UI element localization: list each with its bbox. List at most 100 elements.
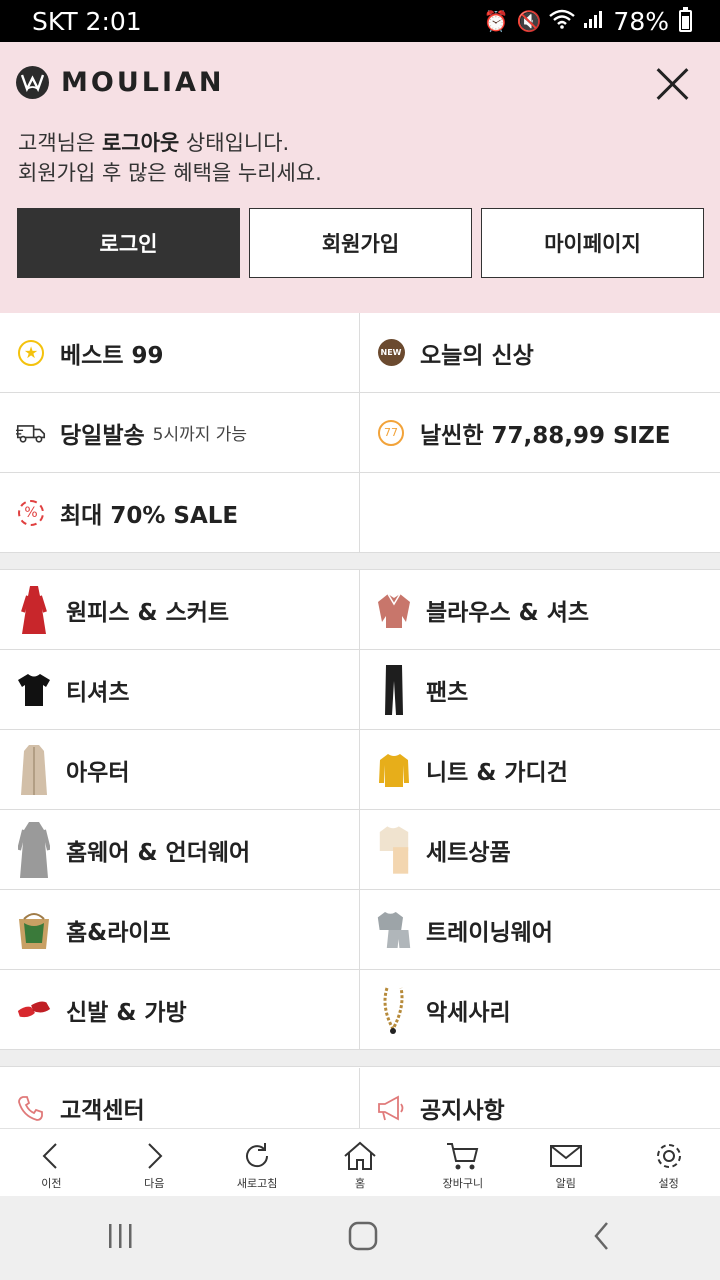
cart-icon [446, 1143, 479, 1170]
category-tshirt[interactable]: 티셔츠 [0, 650, 360, 729]
basket-thumb [16, 904, 52, 956]
mute-icon: 🔇 [516, 9, 542, 33]
category-homewear[interactable]: 홈웨어 & 언더웨어 [0, 810, 360, 889]
mypage-button[interactable]: 마이페이지 [481, 208, 704, 278]
forward-label: 다음 [144, 1177, 165, 1190]
category-label: 블라우스 & 셔츠 [426, 599, 590, 626]
support-label: 공지사항 [420, 1097, 505, 1124]
forward-button[interactable]: 다음 [103, 1129, 206, 1196]
quick-link-label: 날씬한 77,88,99 SIZE [420, 422, 671, 449]
quick-link-sale[interactable]: % 최대 70% SALE [0, 473, 360, 552]
phone-icon [16, 1093, 46, 1123]
alarm-icon: ⏰ [483, 9, 509, 33]
brand-name: MOULIAN [61, 67, 225, 98]
star-icon: ★ [16, 338, 46, 368]
msg-bold: 로그아웃 [101, 131, 180, 155]
status-bar: SKT 2:01 ⏰ 🔇 78% [0, 0, 720, 42]
settings-button[interactable]: 설정 [617, 1129, 720, 1196]
support-links: 고객센터 공지사항 [0, 1068, 720, 1128]
homewear-thumb [16, 821, 52, 878]
wifi-icon [549, 9, 576, 34]
section-divider [0, 1050, 720, 1067]
category-label: 홈웨어 & 언더웨어 [66, 839, 251, 866]
quick-link-sameday[interactable]: 당일발송 5시까지 가능 [0, 393, 360, 472]
category-label: 니트 & 가디건 [426, 759, 568, 786]
refresh-button[interactable]: 새로고침 [206, 1129, 309, 1196]
category-blouse[interactable]: 블라우스 & 셔츠 [360, 570, 720, 649]
android-nav-bar [0, 1196, 720, 1280]
refresh-label: 새로고침 [236, 1177, 278, 1190]
msg-suffix: 상태입니다. [179, 131, 290, 155]
category-knit[interactable]: 니트 & 가디건 [360, 730, 720, 809]
category-label: 세트상품 [426, 839, 511, 866]
category-label: 신발 & 가방 [66, 999, 187, 1026]
quick-link-sub: 5시까지 가능 [152, 425, 248, 445]
tshirt-thumb [16, 664, 52, 716]
category-shoes-bag[interactable]: 신발 & 가방 [0, 970, 360, 1049]
home-button[interactable]: 홈 [309, 1129, 412, 1196]
battery-level: 78% [613, 6, 669, 36]
carrier-time: SKT 2:01 [32, 6, 142, 36]
category-label: 티셔츠 [66, 679, 130, 706]
quick-link-label: 오늘의 신상 [420, 342, 534, 369]
megaphone-icon [376, 1093, 406, 1123]
empty-cell [360, 473, 720, 552]
support-customer-center[interactable]: 고객센터 [0, 1068, 360, 1128]
quick-link-new[interactable]: NEW 오늘의 신상 [360, 313, 720, 392]
msg-prefix: 고객님은 [18, 131, 102, 155]
chevron-right-icon [148, 1143, 163, 1169]
browser-toolbar: 이전 다음 새로고침 홈 장바구니 알림 설정 [0, 1128, 720, 1196]
cart-button[interactable]: 장바구니 [411, 1129, 514, 1196]
signal-icon [583, 9, 603, 34]
account-buttons: 로그인 회원가입 마이페이지 [17, 208, 704, 278]
category-outer[interactable]: 아우터 [0, 730, 360, 809]
settings-label: 설정 [658, 1177, 679, 1190]
category-set[interactable]: 세트상품 [360, 810, 720, 889]
knit-thumb [376, 744, 412, 796]
chevron-left-icon [43, 1143, 58, 1169]
category-label: 아우터 [66, 759, 130, 786]
back-button[interactable]: 이전 [0, 1129, 103, 1196]
category-dress[interactable]: 원피스 & 스커트 [0, 570, 360, 649]
coat-thumb [16, 744, 52, 796]
quick-link-label: 최대 70% SALE [60, 502, 239, 529]
cart-label: 장바구니 [442, 1177, 484, 1190]
support-notice[interactable]: 공지사항 [360, 1068, 720, 1128]
category-training[interactable]: 트레이닝웨어 [360, 890, 720, 969]
mail-icon [549, 1145, 582, 1167]
set-thumb [376, 824, 412, 876]
account-panel: MOULIAN 고객님은 로그아웃 상태입니다. 회원가입 후 많은 혜택을 누… [0, 42, 720, 313]
refresh-icon [246, 1143, 269, 1168]
pants-thumb [376, 664, 412, 716]
battery-icon [679, 7, 692, 32]
category-label: 원피스 & 스커트 [66, 599, 230, 626]
support-label: 고객센터 [60, 1097, 145, 1124]
delivery-truck-icon [16, 418, 46, 448]
signup-button[interactable]: 회원가입 [249, 208, 472, 278]
home-label: 홈 [354, 1177, 366, 1190]
gear-icon [656, 1144, 681, 1168]
login-button[interactable]: 로그인 [17, 208, 240, 278]
category-home-life[interactable]: 홈&라이프 [0, 890, 360, 969]
home-icon [344, 1141, 376, 1170]
back-nav-icon[interactable] [590, 1220, 614, 1256]
quick-link-label: 당일발송 [60, 422, 145, 449]
size-77-icon: 77 [376, 418, 406, 448]
quick-links: ★ 베스트 99 NEW 오늘의 신상 당일발송 5시까지 가능 77 날씬한 … [0, 313, 720, 570]
new-badge-icon: NEW [376, 338, 406, 368]
category-list: 원피스 & 스커트 블라우스 & 셔츠 티셔츠 팬츠 아우터 니트 & 가디건 … [0, 570, 720, 1067]
home-nav-icon[interactable] [347, 1220, 379, 1256]
brand[interactable]: MOULIAN [16, 66, 225, 99]
close-icon[interactable] [654, 66, 690, 102]
category-accessory[interactable]: 악세사리 [360, 970, 720, 1049]
recent-apps-icon[interactable] [106, 1222, 136, 1254]
red-dress-thumb [16, 584, 52, 636]
quick-link-best[interactable]: ★ 베스트 99 [0, 313, 360, 392]
sale-badge-icon: % [16, 498, 46, 528]
shoes-thumb [16, 984, 52, 1036]
quick-link-size[interactable]: 77 날씬한 77,88,99 SIZE [360, 393, 720, 472]
category-pants[interactable]: 팬츠 [360, 650, 720, 729]
notify-button[interactable]: 알림 [514, 1129, 617, 1196]
training-thumb [376, 904, 412, 956]
category-label: 트레이닝웨어 [426, 919, 553, 946]
